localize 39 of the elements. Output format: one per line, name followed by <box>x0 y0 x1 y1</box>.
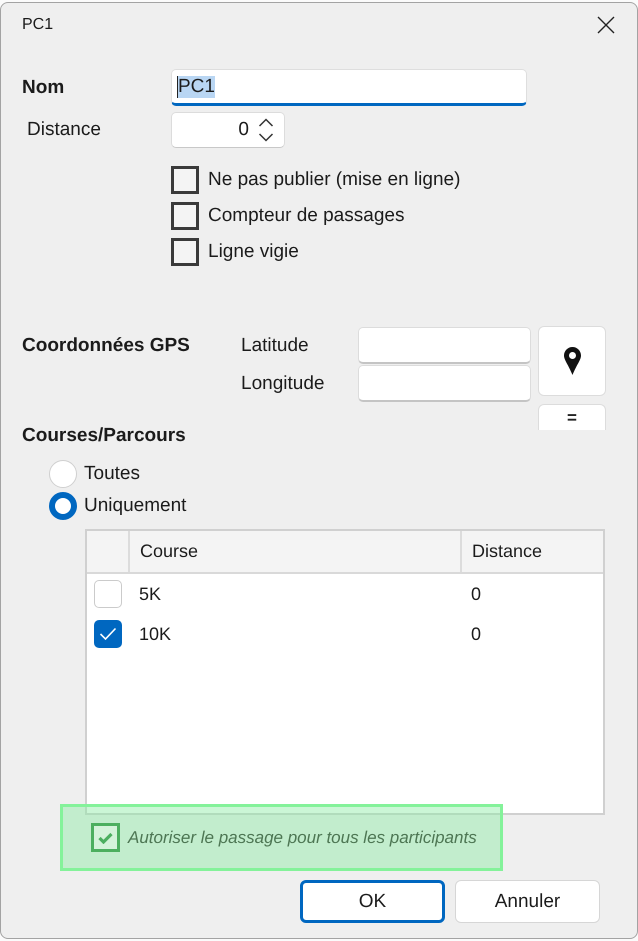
equals-button[interactable]: = <box>538 404 606 430</box>
column-header[interactable]: Course <box>128 531 460 572</box>
gps-section-label: Coordonnées GPS <box>22 334 190 356</box>
checkmark-icon <box>99 627 117 641</box>
checkbox-label: Autoriser le passage pour tous les participants <box>128 828 477 848</box>
checkbox[interactable] <box>171 202 199 230</box>
column-header[interactable]: Distance <box>460 531 603 572</box>
longitude-field[interactable] <box>358 365 531 402</box>
table-cell-text: 0 <box>470 584 482 604</box>
table-cell-text: 10K <box>138 624 172 644</box>
checkbox[interactable] <box>91 823 120 852</box>
ok-button[interactable]: OK <box>300 880 445 923</box>
map-pin-icon <box>564 347 580 375</box>
checkbox-label: Ligne vigie <box>208 241 299 263</box>
radio-label: Toutes <box>84 463 140 485</box>
map-pin-button[interactable] <box>538 326 606 396</box>
radio-button[interactable] <box>49 492 77 520</box>
close-button[interactable] <box>597 16 615 34</box>
cancel-button[interactable]: Annuler <box>455 880 600 923</box>
window-title: PC1 <box>22 16 54 34</box>
latitude-field[interactable] <box>358 327 531 364</box>
checkbox[interactable] <box>171 238 199 266</box>
checkbox-label: Ne pas publier (mise en ligne) <box>208 169 460 191</box>
checkbox-label: Compteur de passages <box>208 205 404 227</box>
distance-spinner[interactable]: 0 <box>171 112 285 148</box>
checkbox[interactable] <box>171 166 199 194</box>
radio-label: Uniquement <box>84 495 186 517</box>
longitude-label: Longitude <box>241 372 324 394</box>
courses-section-label: Courses/Parcours <box>22 425 186 447</box>
name-label: Nom <box>22 76 64 98</box>
table-cell-text: 5K <box>138 584 162 604</box>
name-field[interactable]: PC1 <box>171 69 527 106</box>
close-icon <box>597 16 615 34</box>
up-down-chevron-icon <box>258 116 274 144</box>
table-cell-text: 0 <box>470 624 482 644</box>
checkmark-icon <box>98 832 113 844</box>
latitude-label: Latitude <box>241 334 309 356</box>
row-checkbox[interactable] <box>94 620 122 648</box>
distance-label: Distance <box>27 119 101 141</box>
